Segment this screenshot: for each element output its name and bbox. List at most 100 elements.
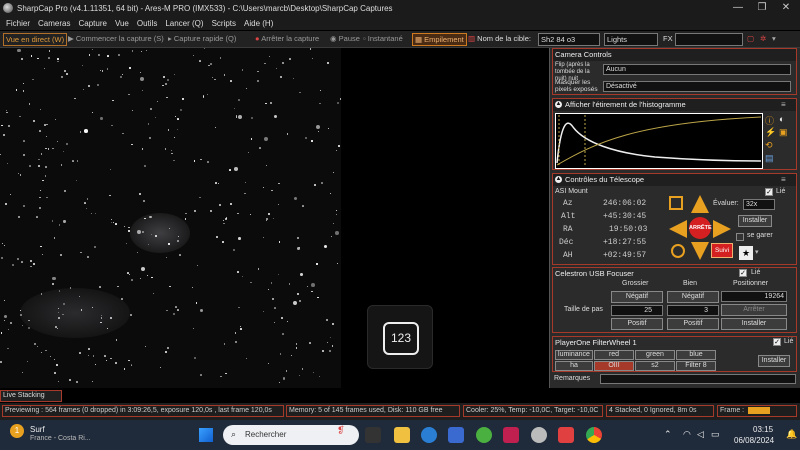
west-arrow-button[interactable]	[669, 220, 687, 238]
minimize-button[interactable]: —	[726, 0, 750, 16]
clock-date[interactable]: 06/08/2024	[734, 436, 774, 445]
start-capture-button[interactable]: ▶ Commencer la capture (S)	[68, 33, 164, 46]
stop-slew-button[interactable]: ARRÊTE	[689, 217, 712, 239]
position-field[interactable]: 19264	[721, 291, 787, 302]
close-button[interactable]: ✕	[774, 0, 798, 16]
rate-select[interactable]: 32x	[743, 199, 775, 210]
sharpcap-taskbar-icon[interactable]	[531, 427, 547, 443]
weather-subtitle[interactable]: France - Costa Ri...	[30, 435, 91, 442]
menu-cameras[interactable]: Cameras	[38, 19, 70, 28]
star	[95, 213, 97, 215]
east-arrow-button[interactable]	[713, 220, 731, 238]
volume-icon[interactable]: ◁	[697, 429, 704, 440]
histogram-header[interactable]: ▲ Afficher l'étirement de l'histogramme	[553, 99, 796, 111]
app-icon-anydesk[interactable]	[558, 427, 574, 443]
frame-type-select[interactable]: Lights	[604, 33, 658, 46]
histogram-chart[interactable]	[555, 113, 763, 169]
coarse-step-field[interactable]: 25	[611, 305, 663, 316]
target-name-select[interactable]: Sh2 84 o3	[538, 33, 600, 46]
menu-lancer[interactable]: Lancer (Q)	[165, 19, 203, 28]
filter-slot-6-selected[interactable]: OIII	[594, 361, 634, 371]
menu-outils[interactable]: Outils	[137, 19, 157, 28]
chrome-icon[interactable]	[586, 427, 602, 443]
collapse-icon[interactable]: ▲	[555, 176, 562, 183]
menu-capture[interactable]: Capture	[78, 19, 106, 28]
track-button[interactable]: Suivi	[711, 243, 733, 258]
focuser-stop-button[interactable]: Arrêter	[721, 304, 787, 316]
filter-slot-4[interactable]: blue	[676, 350, 716, 360]
sun-icon[interactable]	[671, 244, 685, 258]
reset-icon[interactable]: ⟲	[765, 140, 773, 151]
south-arrow-button[interactable]	[691, 242, 709, 260]
notification-icon[interactable]: 🔔	[786, 429, 797, 440]
mount-linked-checkbox[interactable]: ✓	[765, 188, 773, 196]
collapse-icon[interactable]: ▲	[555, 101, 562, 108]
section-menu-icon[interactable]: ≡	[781, 100, 786, 109]
contrast-icon[interactable]: ◐	[779, 114, 784, 124]
menu-scripts[interactable]: Scripts	[212, 19, 236, 28]
edge-icon[interactable]	[421, 427, 437, 443]
image-viewer[interactable]	[0, 48, 341, 388]
lightning-icon[interactable]: ⚡	[765, 127, 776, 138]
tray-chevron-icon[interactable]: ⌃	[664, 429, 672, 440]
quick-capture-button[interactable]: ▸ Capture rapide (Q)	[168, 33, 236, 46]
section-menu-icon[interactable]: ≡	[781, 175, 786, 184]
live-view-button[interactable]: Vue en direct (W)	[3, 33, 68, 46]
stacking-button[interactable]: ▦ Empilement	[412, 33, 467, 46]
clock-time[interactable]: 03:15	[753, 425, 773, 434]
maximize-button[interactable]: ❐	[750, 0, 774, 16]
stop-capture-button[interactable]: ● Arrêter la capture	[255, 33, 319, 46]
file-explorer-icon[interactable]	[394, 427, 410, 443]
mount-install-button[interactable]: Installer	[738, 215, 772, 227]
save-icon[interactable]: ▤	[765, 153, 774, 164]
wifi-icon[interactable]: ◠	[683, 429, 691, 440]
menu-vue[interactable]: Vue	[115, 19, 129, 28]
snapshot-button[interactable]: ▫ Instantané	[363, 33, 403, 46]
windows-start-icon[interactable]	[199, 428, 213, 442]
fine-positive-button[interactable]: Positif	[667, 318, 719, 330]
task-view-icon[interactable]	[365, 427, 381, 443]
star-align-dropdown-icon[interactable]: ▾	[755, 248, 759, 256]
toolbar-dropdown-icon[interactable]: ▾	[772, 33, 776, 46]
filter-slot-3[interactable]: green	[635, 350, 675, 360]
app-icon-green[interactable]	[476, 427, 492, 443]
filter-slot-8[interactable]: Filter 8	[676, 361, 716, 371]
star	[222, 241, 225, 244]
focuser-linked-checkbox[interactable]: ✓	[739, 269, 747, 277]
crosshair-icon[interactable]: ✲	[760, 33, 766, 46]
lock-icon[interactable]: ▣	[779, 127, 788, 138]
battery-icon[interactable]: ▭	[711, 429, 720, 440]
live-stacking-tab[interactable]: Live Stacking	[0, 390, 62, 402]
coarse-negative-button[interactable]: Négatif	[611, 291, 663, 303]
reticle-icon[interactable]: ▢	[747, 33, 754, 46]
park-checkbox[interactable]	[736, 233, 744, 241]
filter-slot-1[interactable]: luminance	[555, 350, 593, 360]
menu-aide[interactable]: Aide (H)	[244, 19, 273, 28]
fine-negative-button[interactable]: Négatif	[667, 291, 719, 303]
fine-step-field[interactable]: 3	[667, 305, 719, 316]
pause-button[interactable]: ◉ Pause	[330, 33, 360, 46]
fx-select[interactable]	[675, 33, 743, 46]
filterwheel-install-button[interactable]: Installer	[758, 355, 790, 367]
hide-pixels-select[interactable]: Désactivé	[603, 81, 791, 92]
spiral-icon[interactable]	[669, 196, 683, 210]
focuser-install-button[interactable]: Installer	[721, 318, 787, 330]
star-align-icon[interactable]: ★	[739, 246, 753, 260]
weather-alert-icon[interactable]: 1	[10, 424, 24, 438]
coarse-positive-button[interactable]: Positif	[611, 318, 663, 330]
filterwheel-linked-checkbox[interactable]: ✓	[773, 338, 781, 346]
flip-select[interactable]: Aucun	[603, 64, 791, 75]
star	[112, 221, 114, 223]
star	[144, 217, 146, 219]
filter-slot-7[interactable]: s2	[635, 361, 675, 371]
info-icon[interactable]: ⓘ	[765, 114, 774, 127]
filter-slot-2[interactable]: red	[594, 350, 634, 360]
filter-slot-5[interactable]: ha	[555, 361, 593, 371]
menu-fichier[interactable]: Fichier	[6, 19, 30, 28]
remarks-field[interactable]	[600, 374, 796, 384]
north-arrow-button[interactable]	[691, 195, 709, 213]
telescope-header[interactable]: ▲ Contrôles du Télescope	[553, 174, 796, 186]
store-icon[interactable]	[448, 427, 464, 443]
app-icon-red[interactable]	[503, 427, 519, 443]
weather-title[interactable]: Surf	[30, 425, 45, 434]
